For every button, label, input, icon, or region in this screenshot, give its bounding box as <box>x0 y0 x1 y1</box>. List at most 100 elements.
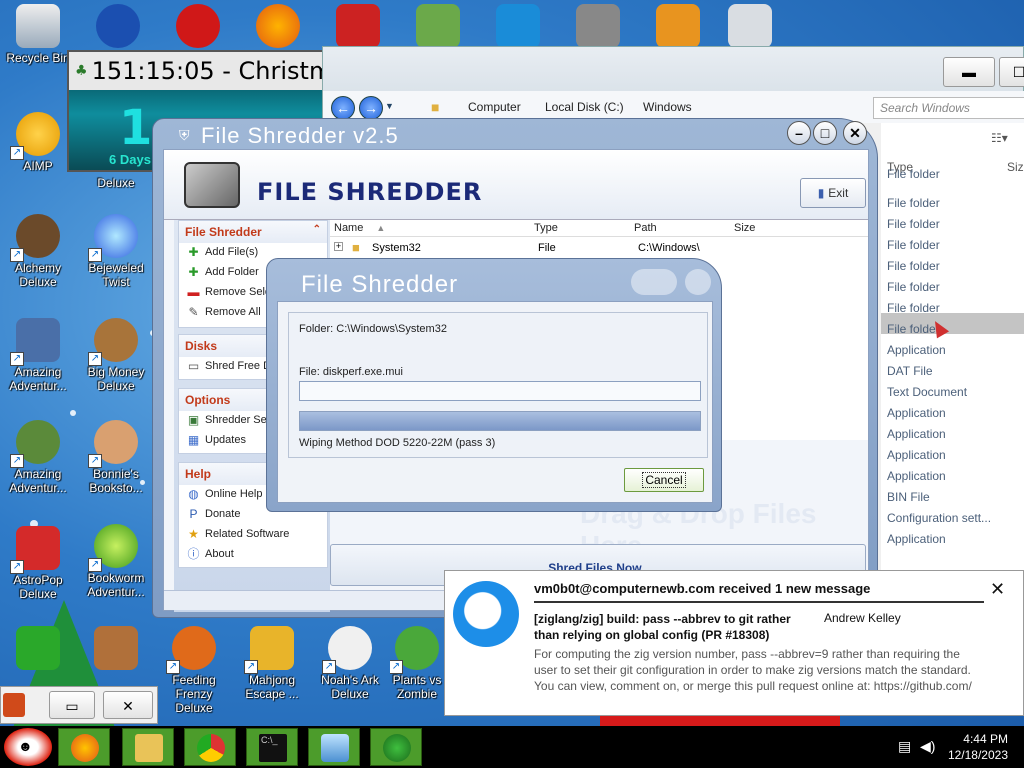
explorer-minimize-button[interactable]: ▬ <box>943 57 995 87</box>
desktop-icon-top-9[interactable] <box>712 4 788 51</box>
plus-icon: ✚ <box>188 245 199 259</box>
desktop-icon-bottom-2[interactable] <box>78 626 154 673</box>
search-placeholder: Search Windows <box>880 101 970 115</box>
explorer-type-cell[interactable]: File folder <box>887 301 940 315</box>
taskbar-recycle-bin[interactable] <box>308 728 360 766</box>
explorer-type-cell[interactable]: File folder <box>887 196 940 210</box>
explorer-type-cell[interactable]: Application <box>887 343 946 357</box>
close-button[interactable]: ✕ <box>103 691 153 719</box>
clock-date[interactable]: 12/18/2023 <box>938 748 1008 762</box>
info-icon: ⓘ <box>187 547 200 561</box>
column-header-size[interactable]: Size <box>1007 160 1024 174</box>
desktop-icon-top-8[interactable] <box>640 4 716 51</box>
clock-time[interactable]: 4:44 PM <box>948 732 1008 746</box>
folder-icon: ■ <box>431 99 440 115</box>
explorer-maximize-button[interactable]: ☐ <box>999 57 1024 87</box>
collapse-chevron-icon[interactable]: ⌃ <box>313 224 321 235</box>
desktop-icon-alchemy[interactable]: ↗ Alchemy Deluxe <box>0 214 76 289</box>
desktop-icon-deluxe[interactable]: Deluxe <box>78 176 154 192</box>
close-button[interactable]: ✕ <box>843 121 867 145</box>
column-header-path[interactable]: Path <box>634 222 657 234</box>
taskbar-chrome[interactable] <box>184 728 236 766</box>
desktop-icon-amazing-2[interactable]: ↗ Amazing Adventur... <box>0 420 76 495</box>
shortcut-arrow-icon: ↗ <box>88 558 102 572</box>
history-dropdown-icon[interactable]: ▼ <box>385 101 394 111</box>
column-header-type[interactable]: Type <box>534 222 558 234</box>
pane-header[interactable]: File Shredder ⌃ <box>179 221 327 243</box>
start-button[interactable]: ☻ <box>4 728 52 766</box>
explorer-type-cell[interactable]: Application <box>887 448 946 462</box>
desktop-icon-bejeweled[interactable]: ↗ Bejeweled Twist <box>78 214 154 289</box>
explorer-type-cell[interactable]: Configuration sett... <box>887 511 991 525</box>
desktop-icon-plants-vs-zombies[interactable]: ↗ Plants vs Zombie <box>390 626 444 701</box>
minimize-button[interactable]: – <box>787 121 811 145</box>
network-icon[interactable]: ▤ <box>898 738 911 755</box>
desktop-icon-feeding-frenzy[interactable]: ↗ Feeding Frenzy Deluxe <box>156 626 232 715</box>
breadcrumb-computer[interactable]: Computer <box>468 100 521 114</box>
desktop-icon-top-7[interactable] <box>560 4 636 51</box>
message-subject[interactable]: [ziglang/zig] build: pass --abbrev to gi… <box>534 611 819 643</box>
desktop-icon-label: Amazing Adventur... <box>9 365 67 393</box>
explorer-type-cell[interactable]: File folder <box>887 238 940 252</box>
explorer-type-cell[interactable]: File folder <box>887 280 940 294</box>
explorer-type-cell[interactable]: BIN File <box>887 490 930 504</box>
forward-button[interactable]: → <box>359 96 383 120</box>
desktop-icon-big-money[interactable]: ↗ Big Money Deluxe <box>78 318 154 393</box>
taskbar-firefox[interactable] <box>58 728 110 766</box>
desktop-icon-top-2[interactable] <box>160 4 236 51</box>
search-input[interactable]: Search Windows <box>873 97 1024 119</box>
desktop-icon-firefox[interactable] <box>240 4 316 51</box>
notification-close-button[interactable]: ✕ <box>990 579 1005 600</box>
exit-button[interactable]: ▮ Exit <box>800 178 866 208</box>
explorer-type-cell[interactable]: File folder <box>887 217 940 231</box>
explorer-type-cell[interactable]: Application <box>887 406 946 420</box>
related-software-link[interactable]: ★ Related Software <box>179 525 327 545</box>
desktop-icon-aimp[interactable]: ↗ AIMP <box>0 112 76 173</box>
volume-icon[interactable]: ◀) <box>920 738 935 755</box>
explorer-file-list[interactable]: ☷▾ Type Size File folderFile folderFile … <box>881 123 1024 577</box>
maximize-button[interactable]: □ <box>813 121 837 145</box>
expand-icon[interactable]: + <box>334 242 343 251</box>
notification-header: vm0b0t@computernewb.com received 1 new m… <box>534 581 871 596</box>
desktop-icon-top-6[interactable] <box>480 4 556 51</box>
explorer-type-cell[interactable]: DAT File <box>887 364 933 378</box>
explorer-type-cell[interactable]: File folder <box>887 167 940 179</box>
link-label: Updates <box>205 434 246 446</box>
mail-notification[interactable]: vm0b0t@computernewb.com received 1 new m… <box>444 570 1024 716</box>
cancel-button[interactable]: Cancel <box>624 468 704 492</box>
explorer-type-cell[interactable]: Text Document <box>887 385 967 399</box>
taskbar-file-explorer[interactable] <box>122 728 174 766</box>
explorer-type-cell[interactable]: Application <box>887 469 946 483</box>
shortcut-arrow-icon: ↗ <box>10 352 24 366</box>
explorer-type-cell[interactable]: Application <box>887 427 946 441</box>
table-row[interactable]: + ■ System32 File C:\Windows\ <box>330 240 868 258</box>
breadcrumb-local-disk[interactable]: Local Disk (C:) <box>545 100 624 114</box>
cell-path: C:\Windows\ <box>638 242 700 254</box>
desktop-icon-recycle-bin[interactable]: Recycle Bin <box>0 4 76 65</box>
desktop-icon-astropop[interactable]: ↗ AstroPop Deluxe <box>0 526 76 601</box>
desktop-icon-top-1[interactable] <box>80 4 156 51</box>
desktop-icon-mahjong[interactable]: ↗ Mahjong Escape ... <box>234 626 310 701</box>
column-header-name[interactable]: Name ▲ <box>334 222 385 234</box>
column-header-size[interactable]: Size <box>734 222 755 234</box>
about-link[interactable]: ⓘ About <box>179 545 327 565</box>
restore-button[interactable]: ▭ <box>49 691 95 719</box>
desktop-icon-bookworm[interactable]: ↗ Bookworm Adventur... <box>78 524 154 599</box>
desktop-icon-noahs-ark[interactable]: ↗ Noah's Ark Deluxe <box>312 626 388 701</box>
desktop-icon-bottom-1[interactable] <box>0 626 76 673</box>
taskbar-command-prompt[interactable]: C:\_ <box>246 728 298 766</box>
breadcrumb-windows[interactable]: Windows <box>643 100 692 114</box>
shred-progress-dialog[interactable]: File Shredder Folder: C:\Windows\System3… <box>266 258 722 512</box>
taskbar-christmas-tree[interactable] <box>370 728 422 766</box>
desktop-icon-bonnies[interactable]: ↗ Bonnie's Booksto... <box>78 420 154 495</box>
explorer-type-cell[interactable]: Application <box>887 532 946 546</box>
desktop-icon-amazing-1[interactable]: ↗ Amazing Adventur... <box>0 318 76 393</box>
desktop-icon-top-5[interactable] <box>400 4 476 51</box>
explorer-title-bar[interactable]: ▬ ☐ <box>323 47 1024 91</box>
back-button[interactable]: ← <box>331 96 355 120</box>
amazing-adventures-icon: ↗ <box>10 420 60 468</box>
explorer-type-cell[interactable]: File folder <box>887 259 940 273</box>
desktop-icon-top-4[interactable] <box>320 4 396 51</box>
view-options-icon[interactable]: ☷▾ <box>991 131 1008 145</box>
minimized-window[interactable]: ▭ ✕ <box>0 686 158 724</box>
